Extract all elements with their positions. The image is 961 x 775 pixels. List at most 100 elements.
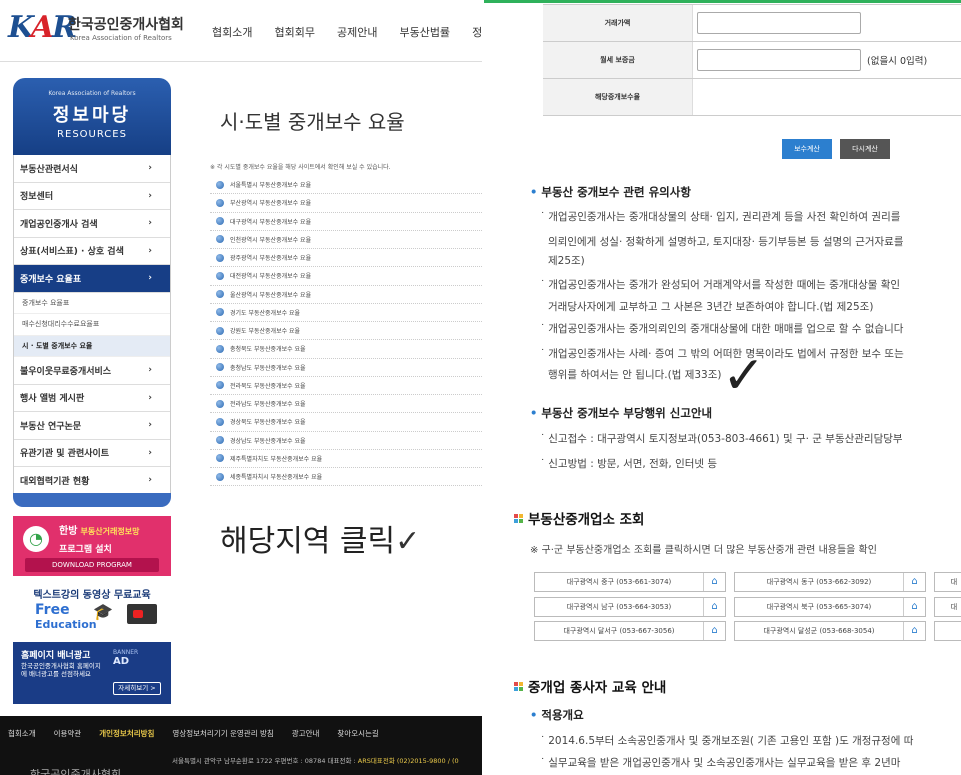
price-input[interactable]: [697, 12, 861, 34]
gnb-item-about[interactable]: 협회소개: [212, 24, 252, 40]
chevron-right-icon: ›: [148, 218, 152, 229]
form-row-deposit: 월세 보증금 (없을시 0입력): [543, 42, 961, 79]
bullet-icon: [216, 344, 224, 353]
gnb-item-mutual-aid[interactable]: 공제안내: [337, 24, 377, 40]
agency-cut-2[interactable]: 대: [934, 597, 961, 617]
deposit-input[interactable]: [697, 49, 861, 71]
menu-info-center[interactable]: 정보센터 ›: [14, 183, 170, 210]
region-label: 대전광역시 부동산중개보수 요율: [230, 273, 312, 281]
agency-label: 대구광역시 중구 (053-661-3074): [566, 578, 672, 586]
menu-fee-table[interactable]: 중개보수 요율표 ›: [14, 265, 170, 293]
menu-research[interactable]: 부동산 연구논문 ›: [14, 412, 170, 440]
banner1-brand: 한방: [59, 526, 78, 537]
region-link[interactable]: 전라남도 부동산중개보수 요율: [210, 395, 482, 414]
gnb-item-law[interactable]: 부동산법률: [399, 24, 450, 40]
footer-link-about[interactable]: 협회소개: [8, 728, 36, 739]
lnb-header: Korea Association of Realtors 정보마당 RESOU…: [13, 78, 171, 155]
menu-agent-search[interactable]: 개업공인중개사 검색 ›: [14, 210, 170, 238]
annotation-text: 해당지역 클릭: [220, 524, 396, 559]
region-link[interactable]: 대전광역시 부동산중개보수 요율: [210, 267, 482, 286]
menu-related-sites[interactable]: 유관기관 및 관련사이트 ›: [14, 440, 170, 467]
content-note: ※ 각 시도별 중개보수 요율을 해당 사이트에서 확인해 보실 수 있습니다.: [210, 164, 391, 171]
bullet-icon: [216, 235, 224, 244]
bullet-icon: [216, 326, 224, 335]
reset-button[interactable]: 다시계산: [840, 139, 890, 159]
footer-link-cctv[interactable]: 영상정보처리기기 운영관리 방침: [172, 728, 273, 739]
region-link[interactable]: 세종특별자치시 부동산중개보수 요율: [210, 468, 482, 487]
lnb-header-small: Korea Association of Realtors: [48, 90, 136, 97]
annotation-click-region: 해당지역 클릭✓: [220, 516, 420, 560]
submenu-regional-fee[interactable]: 시 · 도별 중개보수 요율: [14, 335, 170, 357]
banner2-line1: 텍스트강의 동영상 무료교육: [33, 590, 151, 601]
footer-links: 협회소개 이용약관 개인정보처리방침 영상정보처리기기 운영관리 방침 광고안내…: [8, 728, 379, 739]
checkmark-icon: ✓: [722, 346, 766, 406]
region-link[interactable]: 제주특별자치도 부동산중개보수 요율: [210, 450, 482, 468]
region-link[interactable]: 충청남도 부동산중개보수 요율: [210, 359, 482, 377]
bullet-icon: [216, 417, 224, 426]
bullet-icon: [216, 217, 224, 226]
calc-button[interactable]: 보수계산: [782, 139, 832, 159]
region-link[interactable]: 경상북도 부동산중개보수 요율: [210, 413, 482, 432]
banner-ad[interactable]: 홈페이지 배너광고 한국공인중개사협회 홈페이지에 배너광고를 선점하세요 BA…: [13, 642, 171, 704]
region-link[interactable]: 경기도 부동산중개보수 요율: [210, 304, 482, 322]
footer-link-privacy[interactable]: 개인정보처리방침: [99, 728, 154, 739]
agency-nam-gu[interactable]: 대구광역시 남구 (053-664-3053) ⌂: [534, 597, 726, 617]
home-icon[interactable]: ⌂: [903, 573, 925, 591]
graduation-cap-icon: 🎓: [93, 602, 113, 621]
region-link[interactable]: 충청북도 부동산중개보수 요율: [210, 340, 482, 359]
menu-label: 개업공인중개사 검색: [20, 219, 98, 230]
region-label: 강원도 부동산중개보수 요율: [230, 328, 301, 336]
deposit-hint: (없을시 0입력): [867, 56, 928, 67]
notice-p2-line2: 거래당사자에게 교부하고 그 사본은 3년간 보존하여야 합니다.(법 제25조…: [548, 301, 874, 313]
region-link[interactable]: 부산광역시 부동산중개보수 요율: [210, 194, 482, 213]
menu-charity[interactable]: 불우이웃무료중개서비스 ›: [14, 357, 170, 385]
gnb-item-info[interactable]: 정: [472, 24, 482, 40]
home-icon[interactable]: ⌂: [703, 598, 725, 616]
home-icon[interactable]: ⌂: [703, 573, 725, 591]
agency-label: 대구광역시 남구 (053-664-3053): [566, 603, 672, 611]
home-icon[interactable]: ⌂: [903, 598, 925, 616]
menu-forms[interactable]: 부동산관련서식 ›: [14, 155, 170, 183]
region-link[interactable]: 광주광역시 부동산중개보수 요율: [210, 249, 482, 268]
home-icon[interactable]: ⌂: [903, 622, 925, 640]
region-link[interactable]: 경상남도 부동산중개보수 요율: [210, 432, 482, 450]
top-header: KAR 한국공인중개사협회 Korea Association of Realt…: [0, 0, 482, 62]
banner3-more-button[interactable]: 자세히보기 >: [113, 682, 161, 695]
banner-free-education[interactable]: 텍스트강의 동영상 무료교육 Free Education 🎓: [13, 580, 171, 640]
gnb-item-affairs[interactable]: 협회회무: [274, 24, 314, 40]
home-icon[interactable]: ⌂: [703, 622, 725, 640]
region-label: 전라남도 부동산중개보수 요율: [230, 401, 306, 409]
menu-album[interactable]: 행사 앨범 게시판 ›: [14, 385, 170, 412]
menu-trademark-search[interactable]: 상표(서비스표) · 상호 검색 ›: [14, 238, 170, 265]
region-link[interactable]: 강원도 부동산중개보수 요율: [210, 322, 482, 341]
region-label: 경상남도 부동산중개보수 요율: [230, 437, 306, 445]
agency-cut-1[interactable]: 대: [934, 572, 961, 592]
region-link[interactable]: 서울특별시 부동산중개보수 요율: [210, 176, 482, 195]
region-label: 서울특별시 부동산중개보수 요율: [230, 182, 312, 190]
region-link[interactable]: 인천광역시 부동산중개보수 요율: [210, 231, 482, 249]
banner-hanbang-program[interactable]: ◔ 한방 부동산거래정보망 프로그램 설치 DOWNLOAD PROGRAM: [13, 516, 171, 576]
agency-dalseong-gun[interactable]: 대구광역시 달성군 (053-668-3054) ⌂: [734, 621, 926, 641]
footer-link-ads[interactable]: 광고안내: [292, 728, 320, 739]
region-label: 충청남도 부동산중개보수 요율: [230, 364, 306, 372]
agency-buk-gu[interactable]: 대구광역시 북구 (053-665-3074) ⌂: [734, 597, 926, 617]
agency-jung-gu[interactable]: 대구광역시 중구 (053-661-3074) ⌂: [534, 572, 726, 592]
lnb-header-en: RESOURCES: [57, 129, 127, 140]
region-link[interactable]: 울산광역시 부동산중개보수 요율: [210, 286, 482, 304]
left-panel: KAR 한국공인중개사협회 Korea Association of Realt…: [0, 0, 482, 775]
submenu-fee-table[interactable]: 중개보수 요율표: [14, 293, 170, 314]
region-link[interactable]: 전라북도 부동산중개보수 요율: [210, 377, 482, 395]
footer-link-directions[interactable]: 찾아오시는길: [337, 728, 378, 739]
submenu-auction-fee[interactable]: 매수신청대리수수료요율표: [14, 314, 170, 336]
agency-cut-3[interactable]: [934, 621, 961, 641]
footer-link-terms[interactable]: 이용약관: [54, 728, 82, 739]
region-link[interactable]: 대구광역시 부동산중개보수 요율: [210, 213, 482, 231]
region-label: 대구광역시 부동산중개보수 요율: [230, 218, 312, 226]
site-logo[interactable]: KAR 한국공인중개사협회 Korea Association of Realt…: [8, 10, 188, 50]
logo-mark: KAR: [8, 10, 77, 45]
agency-dong-gu[interactable]: 대구광역시 동구 (053-662-3092) ⌂: [734, 572, 926, 592]
menu-partners[interactable]: 대외협력기관 현황 ›: [14, 467, 170, 495]
agency-label: 대: [950, 603, 958, 611]
agency-dalseo-gu[interactable]: 대구광역시 달서구 (053-667-3056) ⌂: [534, 621, 726, 641]
banner2-education: Education: [35, 618, 97, 631]
